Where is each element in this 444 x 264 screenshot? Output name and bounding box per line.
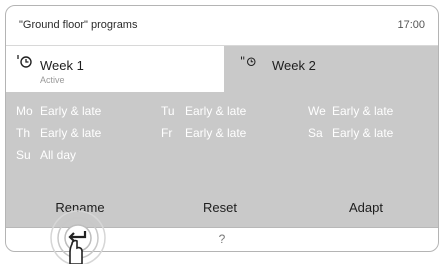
adapt-button[interactable]: Adapt <box>306 200 426 215</box>
tab-week-2[interactable]: Week 2 <box>224 46 438 92</box>
day-program: All day <box>40 148 77 162</box>
day-label: Su <box>16 148 31 162</box>
header-bar: "Ground floor" programs 17:00 <box>6 6 438 46</box>
day-program: Early & late <box>185 126 247 140</box>
clock-time: 17:00 <box>397 19 425 31</box>
back-button[interactable] <box>48 208 120 264</box>
day-label: Fr <box>161 126 173 140</box>
day-program: Early & late <box>332 126 394 140</box>
tab-week-2-label: Week 2 <box>272 58 316 73</box>
day-program: Early & late <box>185 104 247 118</box>
day-label: We <box>308 104 326 118</box>
clock-icon <box>241 56 256 67</box>
day-program: Early & late <box>40 126 102 140</box>
tab-week-1[interactable]: Week 1 Active <box>6 46 224 92</box>
day-label: Tu <box>161 104 175 118</box>
reset-button[interactable]: Reset <box>160 200 280 215</box>
clock-icon <box>17 55 32 68</box>
day-program: Early & late <box>332 104 394 118</box>
day-label: Th <box>16 126 31 140</box>
week-tabs: Week 1 Active Week 2 <box>6 46 438 92</box>
day-program: Early & late <box>40 104 102 118</box>
page-title: "Ground floor" programs <box>19 19 138 31</box>
tab-week-1-status: Active <box>40 75 65 85</box>
day-label: Mo <box>16 104 33 118</box>
tab-week-1-label: Week 1 <box>40 58 84 73</box>
day-label: Sa <box>308 126 323 140</box>
